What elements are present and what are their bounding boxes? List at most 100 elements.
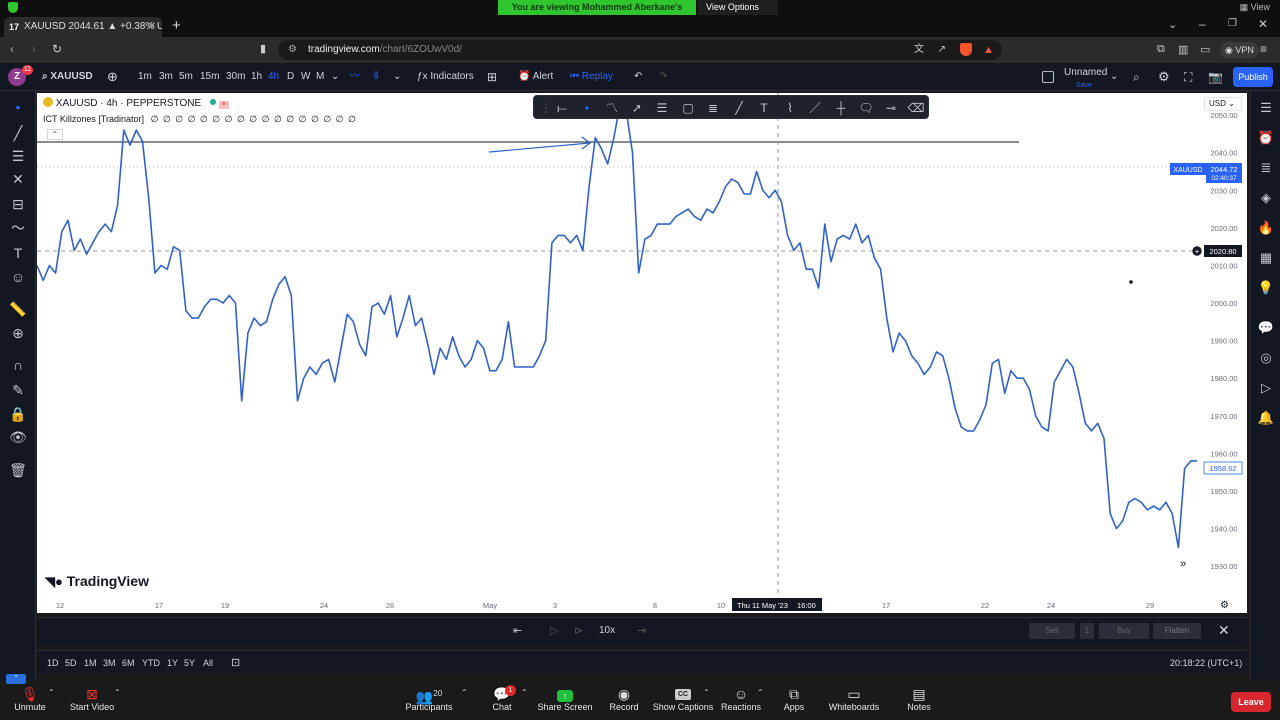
interval-w[interactable]: W (301, 63, 310, 91)
horizontal-ray-icon[interactable]: ⊸ (881, 98, 901, 118)
sell-button[interactable]: Sell (1029, 623, 1075, 639)
callout-icon[interactable]: 🗨 (856, 98, 876, 118)
streams-icon[interactable]: ◎ (1257, 349, 1275, 367)
data-window-icon[interactable]: ≣ (1257, 159, 1275, 177)
range-3m[interactable]: 3M (103, 651, 116, 675)
redo-icon[interactable]: ↷ (659, 63, 667, 91)
fib-channel-icon[interactable]: ☰ (652, 98, 672, 118)
chart-type-dropdown-icon[interactable]: ⌄ (393, 63, 401, 91)
eye-icon[interactable]: 👁 (8, 427, 28, 447)
quantity-field[interactable]: 1 (1080, 623, 1094, 639)
replay-button[interactable]: ⏮ Replay (570, 63, 613, 91)
calendar-icon[interactable]: ▦ (1257, 249, 1275, 267)
alerts-clock-icon[interactable]: ⏰ (1257, 129, 1275, 147)
range-1m[interactable]: 1M (84, 651, 97, 675)
magnet-icon[interactable]: ∩ (8, 355, 28, 375)
select-bar-icon[interactable]: ⇤ (513, 624, 522, 637)
chat-icon[interactable]: 💬 (1257, 319, 1275, 337)
menu-icon[interactable]: ≡ (1260, 42, 1267, 56)
dot-icon[interactable]: • (577, 98, 597, 118)
leave-button[interactable]: Leave (1231, 692, 1271, 712)
range-1y[interactable]: 1Y (167, 651, 178, 675)
publish-button[interactable]: Publish (1233, 67, 1273, 87)
flatten-button[interactable]: Flatten (1153, 623, 1201, 639)
range-icon[interactable]: ≣ (703, 98, 723, 118)
fib-retracement-icon[interactable]: ☰ (8, 146, 28, 166)
lock-drawings-mode-icon[interactable]: ✎ (8, 380, 28, 400)
vpn-button[interactable]: ◉ VPN (1220, 42, 1259, 58)
flag-icon[interactable]: ≡ (218, 101, 229, 109)
interval-dropdown-icon[interactable]: ⌄ (331, 63, 339, 91)
arrow-drawing[interactable] (488, 142, 591, 153)
view-options-button[interactable]: View Options ⌄ (698, 0, 778, 27)
interval-m[interactable]: M (316, 63, 324, 91)
share-icon[interactable]: ↗ (938, 40, 946, 60)
step-forward-icon[interactable]: ⊳ (574, 624, 583, 637)
path-icon[interactable]: ⌇ (780, 98, 800, 118)
scroll-to-realtime-icon[interactable]: » (1175, 557, 1191, 573)
symbol-search[interactable]: ⌕ XAUUSD (42, 63, 93, 91)
view-button[interactable]: ▦ View (1240, 0, 1270, 15)
reload-icon[interactable]: ↻ (52, 42, 62, 56)
notifications-icon[interactable]: 🔔 (1257, 409, 1275, 427)
layout-dropdown-icon[interactable]: ⌄ (1110, 63, 1118, 91)
time-axis-settings-icon[interactable]: ⚙ (1220, 600, 1229, 611)
rectangle-icon[interactable]: ▢ (678, 98, 698, 118)
clock-readout[interactable]: 20:18:22 (UTC+1) (1170, 651, 1242, 675)
tradingview-watermark[interactable]: ◥● TradingView (45, 573, 149, 590)
close-window-icon[interactable]: ✕ (1258, 17, 1268, 31)
interval-3m[interactable]: 3m (159, 63, 173, 91)
range-5y[interactable]: 5Y (184, 651, 195, 675)
chart-type-line-icon[interactable]: 〰 (350, 63, 360, 91)
translate-icon[interactable]: 文 (914, 40, 924, 60)
range-1d[interactable]: 1D (47, 651, 59, 675)
range-5d[interactable]: 5D (65, 651, 77, 675)
crosshair-icon[interactable]: • (8, 97, 28, 117)
back-icon[interactable]: ‹ (10, 42, 14, 56)
layouts-icon[interactable]: ⊞ (487, 63, 497, 91)
horizontal-line-icon[interactable]: ⟝ (552, 98, 572, 118)
extensions-icon[interactable]: ⧉ (1157, 43, 1165, 56)
currency-select[interactable]: USD ⌄ (1204, 97, 1242, 111)
vertical-line-icon[interactable]: ┼ (831, 98, 851, 118)
ray-icon[interactable]: ╱ (729, 98, 749, 118)
range-6m[interactable]: 6M (122, 651, 135, 675)
play-replay-icon[interactable]: ▷ (550, 624, 558, 637)
brush-icon[interactable]: 〜 (8, 218, 28, 238)
chart-area[interactable]: 2050.00 2040.00 2030.00 2020.00 2010.00 2000.… (36, 93, 1247, 613)
browser-tab[interactable]: 17 XAUUSD 2044.61 ▲ +0.38% Unn ✕ (4, 17, 162, 37)
compare-symbol-icon[interactable]: ⊕ (107, 63, 118, 91)
settings-icon[interactable]: ⚙ (1158, 63, 1170, 91)
quick-search-icon[interactable]: ⌕ (1133, 63, 1140, 91)
participants-button[interactable]: 👥20 Participants (389, 682, 469, 720)
price-chart[interactable]: 2050.00 2040.00 2030.00 2020.00 2010.00 2000.… (36, 93, 1247, 613)
interval-4h[interactable]: 4h (268, 63, 279, 91)
notes-button[interactable]: ▤ Notes (879, 682, 959, 720)
go-to-date-icon[interactable]: ⊡ (231, 651, 240, 675)
range-all[interactable]: All (203, 651, 213, 675)
eraser-icon[interactable]: ⌫ (906, 98, 926, 118)
new-tab-icon[interactable]: + (172, 17, 181, 34)
chart-type-bars-icon[interactable]: ⫴ (374, 63, 378, 91)
interval-1h[interactable]: 1h (251, 63, 262, 91)
interval-d[interactable]: D (287, 63, 294, 91)
maximize-icon[interactable]: ❐ (1228, 18, 1237, 29)
interval-15m[interactable]: 15m (200, 63, 219, 91)
collapse-legend-icon[interactable]: ⌃ (47, 129, 63, 140)
close-tab-icon[interactable]: ✕ (148, 17, 156, 37)
curve-icon[interactable]: 〽 (602, 98, 622, 118)
ruler-icon[interactable]: 📏 (8, 299, 28, 319)
close-replay-icon[interactable]: ✕ (1218, 622, 1230, 639)
hotlist-icon[interactable]: 🔥 (1257, 219, 1275, 237)
layout-name-button[interactable]: Unnamed Save (1064, 67, 1107, 95)
watchlist-icon[interactable]: ☰ (1257, 99, 1275, 117)
tab-search-icon[interactable]: ⌄ (1168, 18, 1177, 31)
indicator-legend[interactable]: ICT Killzones [Tradinator] ∅ ∅ ∅ ∅ ∅ ∅ ∅… (43, 114, 357, 125)
wallet-icon[interactable]: ▭ (1200, 43, 1210, 56)
prediction-icon[interactable]: ⊟ (8, 194, 28, 214)
extended-line-icon[interactable]: ／ (805, 98, 825, 118)
minimize-icon[interactable]: – (1199, 17, 1206, 31)
trash-icon[interactable]: 🗑 (8, 460, 28, 480)
jump-to-realtime-icon[interactable]: ⇥ (637, 624, 646, 637)
object-tree-icon[interactable]: ◈ (1257, 189, 1275, 207)
